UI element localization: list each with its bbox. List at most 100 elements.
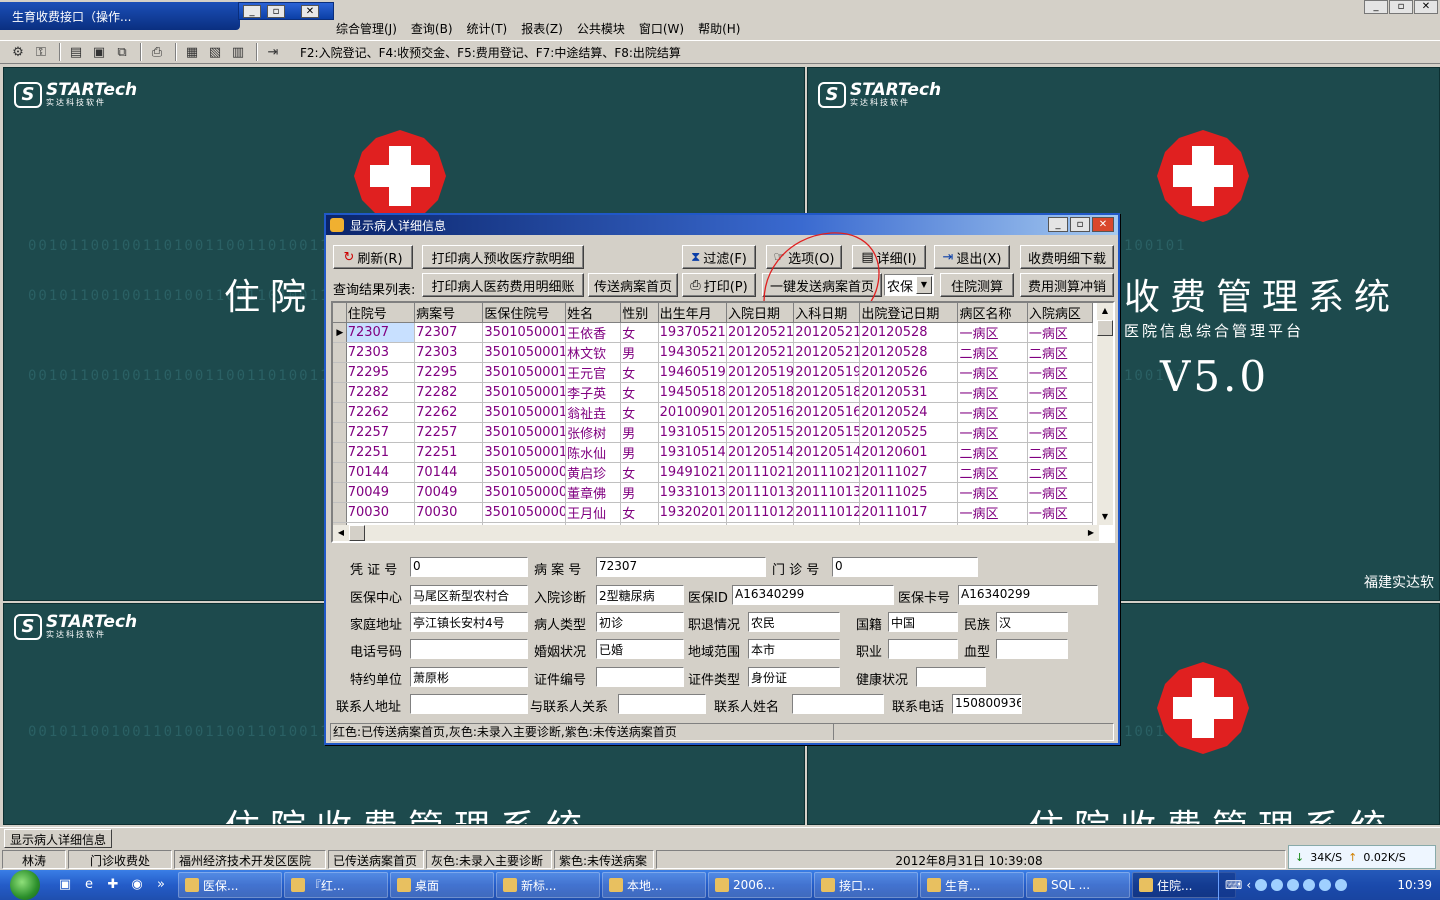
minimized-window[interactable]: _ ▫ ✕ xyxy=(238,2,334,20)
table-cell[interactable]: 王依香 xyxy=(565,322,622,343)
table-cell[interactable]: 一病区 xyxy=(1027,502,1094,523)
taskbar-task[interactable]: 本地... xyxy=(602,872,706,898)
menu-item-查询[interactable]: 查询(B) xyxy=(411,20,453,37)
table-cell[interactable]: 20120515 xyxy=(793,422,861,443)
cert-type-field[interactable]: 身份证 xyxy=(748,667,840,687)
table-cell[interactable]: 二病区 xyxy=(957,342,1028,363)
column-header[interactable]: 住院号 xyxy=(346,303,416,323)
document-icon[interactable]: ▤ xyxy=(66,43,86,61)
taskbar-task[interactable]: 生育... xyxy=(920,872,1024,898)
row-indicator[interactable] xyxy=(333,362,347,383)
table-cell[interactable]: 72262 xyxy=(414,402,484,423)
column-header[interactable]: 出院登记日期 xyxy=(859,303,959,323)
table-row[interactable]: ▶ 72307 72307 3501050001 王依香女 19370521 2012052… xyxy=(333,322,1094,343)
printer-icon[interactable]: ⎙ xyxy=(147,43,167,61)
table-cell[interactable]: 一病区 xyxy=(1027,322,1094,343)
clinic-field[interactable]: 0 xyxy=(832,557,978,577)
table-cell[interactable]: 20100901 xyxy=(658,402,728,423)
table-cell[interactable]: 李子英 xyxy=(565,382,622,403)
column-header[interactable]: 出生年月 xyxy=(658,303,728,323)
scroll-thumb[interactable] xyxy=(1097,320,1113,336)
calc-button[interactable]: 住院测算 xyxy=(940,273,1014,297)
table-cell[interactable]: 20120519 xyxy=(726,362,795,383)
table-cell[interactable]: 女 xyxy=(620,402,659,423)
table-cell[interactable]: 20111013 xyxy=(726,482,795,503)
tray-expand-icon[interactable]: ‹ xyxy=(1246,878,1251,892)
table-cell[interactable]: 20120521 xyxy=(726,342,795,363)
column-header[interactable]: 医保住院号 xyxy=(482,303,567,323)
table-cell[interactable]: 一病区 xyxy=(957,402,1028,423)
table-row[interactable]: 72303 72303 3501050001 林文钦男 19430521 20120521… xyxy=(333,342,1094,363)
row-indicator[interactable] xyxy=(333,342,347,363)
table-cell[interactable]: 19370521 xyxy=(658,322,728,343)
menu-item-帮助[interactable]: 帮助(H) xyxy=(698,20,740,37)
table-row[interactable]: 70049 70049 3501050000 董章佛男 19331013 20111013… xyxy=(333,482,1094,503)
row-indicator[interactable] xyxy=(333,462,347,483)
table-cell[interactable]: 72303 xyxy=(414,342,484,363)
table-cell[interactable]: 一病区 xyxy=(1027,402,1094,423)
print-med-detail-button[interactable]: 打印病人医药费用明细账 xyxy=(422,273,584,297)
table-cell[interactable]: 王元官 xyxy=(565,362,622,383)
tray-network-icon[interactable] xyxy=(1255,879,1268,891)
table-cell[interactable]: 70030 xyxy=(346,502,416,523)
scroll-down-icon[interactable]: ▼ xyxy=(1097,509,1113,525)
job-status-field[interactable]: 农民 xyxy=(748,612,840,632)
row-indicator[interactable] xyxy=(333,422,347,443)
table-cell[interactable]: 20120521 xyxy=(793,342,861,363)
table-cell[interactable]: 19430521 xyxy=(658,342,728,363)
table-cell[interactable]: 20120518 xyxy=(726,382,795,403)
phone-field[interactable] xyxy=(410,639,528,659)
table-cell[interactable]: 20120516 xyxy=(726,402,795,423)
table-row[interactable]: 72251 72251 3501050001 陈水仙男 19310514 20120514… xyxy=(333,442,1094,463)
table-cell[interactable]: 20120601 xyxy=(859,442,959,463)
calculator-icon[interactable]: ▥ xyxy=(228,43,248,61)
horizontal-scrollbar[interactable]: ◀ ▶ xyxy=(333,525,1099,541)
ins-card-field[interactable]: A16340299 xyxy=(958,585,1098,605)
case-field[interactable]: 72307 xyxy=(596,557,766,577)
voucher-field[interactable]: 0 xyxy=(410,557,528,577)
table-cell[interactable]: 女 xyxy=(620,502,659,523)
start-button[interactable] xyxy=(0,870,50,900)
table-cell[interactable]: 72251 xyxy=(414,442,484,463)
table-cell[interactable]: 二病区 xyxy=(1027,342,1094,363)
table-cell[interactable]: 女 xyxy=(620,362,659,383)
table-cell[interactable]: 20111017 xyxy=(859,502,959,523)
column-header[interactable]: 性别 xyxy=(620,303,659,323)
dialog-close-button[interactable]: ✕ xyxy=(1092,217,1114,232)
table-row[interactable]: 70144 70144 3501050000 黄启珍女 19491021 20111021… xyxy=(333,462,1094,483)
table-cell[interactable]: 3501050000 xyxy=(482,502,567,523)
health-field[interactable] xyxy=(916,667,986,687)
dialog-maximize-button[interactable]: ▫ xyxy=(1070,217,1090,232)
row-indicator[interactable] xyxy=(333,482,347,503)
ie-icon[interactable]: e xyxy=(80,876,98,894)
row-indicator[interactable]: ▶ xyxy=(333,322,347,343)
table-cell[interactable]: 19450518 xyxy=(658,382,728,403)
contact-name-field[interactable] xyxy=(792,694,884,714)
table-cell[interactable]: 70030 xyxy=(414,502,484,523)
table-cell[interactable]: 72307 xyxy=(346,322,416,343)
tray-security-icon[interactable] xyxy=(1287,879,1300,891)
table-cell[interactable]: 20120515 xyxy=(726,422,795,443)
table-cell[interactable]: 黄启珍 xyxy=(565,462,622,483)
table-cell[interactable]: 女 xyxy=(620,462,659,483)
table-cell[interactable]: 一病区 xyxy=(957,362,1028,383)
table-cell[interactable]: 19310514 xyxy=(658,442,728,463)
taskbar-task[interactable]: 新标... xyxy=(496,872,600,898)
special-field[interactable]: 萧原彬 xyxy=(410,667,528,687)
table-cell[interactable]: 3501050001 xyxy=(482,342,567,363)
table-cell[interactable]: 林文钦 xyxy=(565,342,622,363)
column-header[interactable]: 病案号 xyxy=(414,303,484,323)
table-cell[interactable]: 70049 xyxy=(346,482,416,503)
menu-item-窗口[interactable]: 窗口(W) xyxy=(639,20,684,37)
table-cell[interactable]: 72303 xyxy=(346,342,416,363)
table-cell[interactable]: 王月仙 xyxy=(565,502,622,523)
taskbar-task[interactable]: 桌面 xyxy=(390,872,494,898)
table-cell[interactable]: 二病区 xyxy=(1027,462,1094,483)
table-cell[interactable]: 男 xyxy=(620,482,659,503)
table-cell[interactable]: 19331013 xyxy=(658,482,728,503)
column-header[interactable]: 入科日期 xyxy=(793,303,861,323)
patient-type-field[interactable]: 初诊 xyxy=(596,612,684,632)
menu-item-综合管理[interactable]: 综合管理(J) xyxy=(336,20,397,37)
table-cell[interactable]: 一病区 xyxy=(1027,382,1094,403)
table-cell[interactable]: 一病区 xyxy=(957,322,1028,343)
